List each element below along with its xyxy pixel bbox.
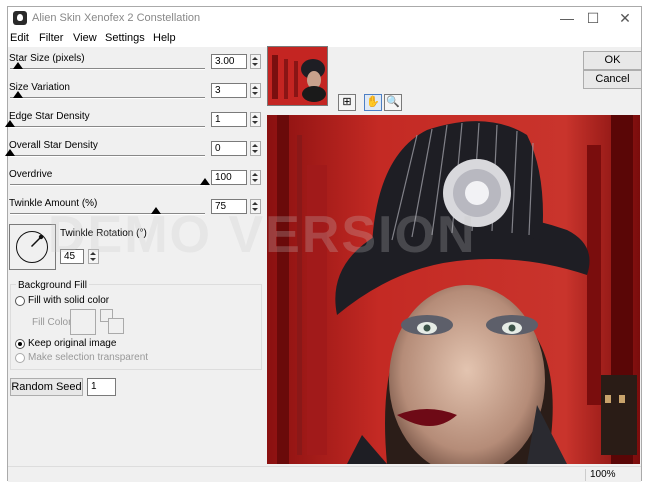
overdrive-slider-thumb[interactable]: [200, 178, 210, 185]
size-variation-input[interactable]: 3: [211, 83, 247, 98]
fill-color-label: Fill Color: [32, 317, 72, 328]
twinkle-rotation-label: Twinkle Rotation (°): [60, 228, 147, 239]
menu-view[interactable]: View: [73, 32, 97, 44]
star-size-slider-thumb[interactable]: [12, 62, 23, 69]
overdrive-label: Overdrive: [9, 169, 53, 180]
make-transparent-radio: [15, 353, 25, 363]
keep-original-label[interactable]: Keep original image: [28, 338, 116, 349]
fill-solid-radio[interactable]: [15, 296, 25, 306]
overall-star-density-slider-thumb[interactable]: [5, 149, 15, 156]
hand-tool-icon[interactable]: ✋: [364, 94, 382, 111]
overall-star-density-spinner[interactable]: [250, 141, 261, 156]
spin-up-icon[interactable]: [252, 144, 258, 147]
spin-down-icon[interactable]: [252, 179, 258, 182]
overall-star-density-label: Overall Star Density: [9, 140, 98, 151]
spin-up-icon[interactable]: [252, 202, 258, 205]
minimize-button[interactable]: —: [556, 9, 578, 27]
twinkle-amount-slider-thumb[interactable]: [151, 207, 162, 214]
star-size-spinner[interactable]: [250, 54, 261, 69]
status-bar: 100%: [8, 466, 641, 482]
dial-pointer-icon: [30, 234, 44, 248]
menu-filter[interactable]: Filter: [39, 32, 63, 44]
keep-original-radio[interactable]: [15, 339, 25, 349]
menu-bar: Edit Filter View Settings Help: [8, 29, 641, 47]
maximize-button[interactable]: ☐: [582, 9, 604, 27]
edge-star-density-label: Edge Star Density: [9, 111, 90, 122]
overall-star-density-slider[interactable]: [10, 155, 205, 157]
fill-solid-label[interactable]: Fill with solid color: [28, 295, 109, 306]
edge-star-density-slider[interactable]: [10, 126, 205, 128]
spin-up-icon[interactable]: [252, 173, 258, 176]
close-button[interactable]: ✕: [614, 9, 636, 27]
spin-up-icon[interactable]: [252, 57, 258, 60]
preview-artwork: [267, 115, 640, 464]
make-transparent-label: Make selection transparent: [28, 352, 149, 363]
magnify-icon[interactable]: 🔍: [384, 94, 402, 111]
background-fill-title: Background Fill: [16, 280, 89, 291]
overdrive-spinner[interactable]: [250, 170, 261, 185]
rotation-dial-icon[interactable]: [16, 231, 48, 263]
spin-up-icon[interactable]: [252, 115, 258, 118]
star-size-slider[interactable]: [10, 68, 205, 70]
size-variation-slider[interactable]: [10, 97, 205, 99]
random-seed-input[interactable]: 1: [87, 378, 116, 396]
spin-down-icon[interactable]: [252, 63, 258, 66]
window-title: Alien Skin Xenofex 2 Constellation: [32, 12, 201, 24]
status-divider: [585, 469, 586, 481]
star-size-input[interactable]: 3.00: [211, 54, 247, 69]
spin-down-icon[interactable]: [252, 150, 258, 153]
twinkle-rotation-spinner[interactable]: [88, 249, 99, 264]
menu-edit[interactable]: Edit: [10, 32, 29, 44]
spin-up-icon[interactable]: [252, 86, 258, 89]
overdrive-input[interactable]: 100: [211, 170, 247, 185]
spin-down-icon[interactable]: [252, 92, 258, 95]
spin-down-icon[interactable]: [252, 121, 258, 124]
plugin-window: Alien Skin Xenofex 2 Constellation — ☐ ✕…: [5, 6, 642, 482]
edge-star-density-slider-thumb[interactable]: [5, 120, 15, 127]
fill-color-swatch[interactable]: [70, 309, 96, 335]
spin-down-icon[interactable]: [90, 258, 96, 261]
menu-help[interactable]: Help: [153, 32, 176, 44]
app-icon: [13, 11, 27, 25]
overall-star-density-input[interactable]: 0: [211, 141, 247, 156]
thumbnail-image: [268, 47, 327, 105]
menu-settings[interactable]: Settings: [105, 32, 145, 44]
hand-zoom-icon[interactable]: ⊞: [338, 94, 356, 111]
twinkle-amount-label: Twinkle Amount (%): [9, 198, 98, 209]
size-variation-slider-thumb[interactable]: [12, 91, 23, 98]
edge-star-density-spinner[interactable]: [250, 112, 261, 127]
preview-image[interactable]: [267, 115, 640, 464]
twinkle-rotation-dial[interactable]: [9, 224, 56, 270]
twinkle-amount-spinner[interactable]: [250, 199, 261, 214]
twinkle-rotation-input[interactable]: 45: [60, 249, 84, 264]
zoom-level: 100%: [590, 469, 616, 480]
size-variation-spinner[interactable]: [250, 83, 261, 98]
cancel-button[interactable]: Cancel: [583, 70, 642, 89]
spin-up-icon[interactable]: [90, 252, 96, 255]
title-bar: Alien Skin Xenofex 2 Constellation — ☐ ✕: [8, 7, 641, 29]
fill-color-swatch-front: [108, 318, 124, 334]
edge-star-density-input[interactable]: 1: [211, 112, 247, 127]
twinkle-amount-input[interactable]: 75: [211, 199, 247, 214]
random-seed-button[interactable]: Random Seed: [10, 378, 83, 396]
ok-button[interactable]: OK: [583, 51, 642, 70]
navigator-thumbnail[interactable]: [267, 46, 328, 106]
overdrive-slider[interactable]: [10, 184, 205, 186]
twinkle-amount-slider[interactable]: [10, 213, 205, 215]
spin-down-icon[interactable]: [252, 208, 258, 211]
